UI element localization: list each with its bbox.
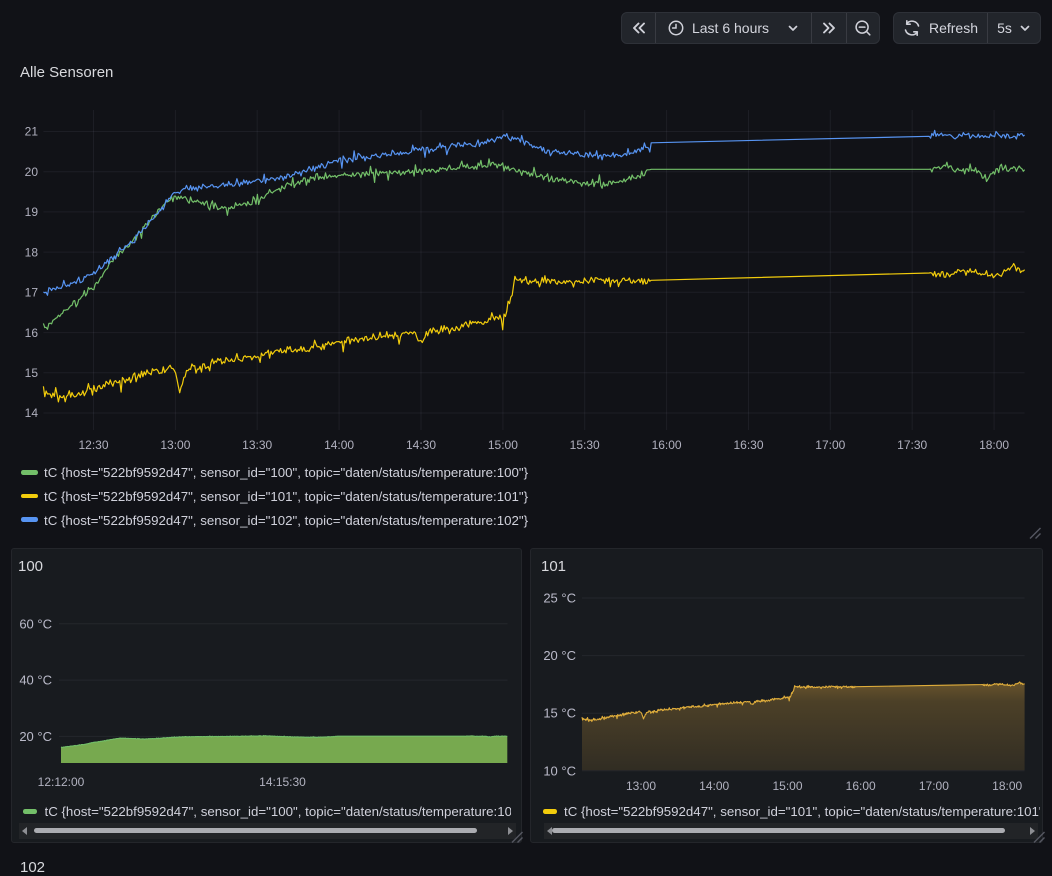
svg-text:17: 17	[25, 286, 39, 300]
svg-text:25 °C: 25 °C	[543, 591, 576, 606]
svg-text:18:00: 18:00	[992, 779, 1022, 793]
svg-text:12:12:00: 12:12:00	[38, 775, 85, 789]
svg-text:16: 16	[25, 326, 39, 340]
svg-text:15:30: 15:30	[570, 438, 600, 452]
svg-text:15: 15	[25, 366, 39, 380]
svg-text:14:30: 14:30	[406, 438, 436, 452]
svg-text:16:30: 16:30	[733, 438, 763, 452]
svg-text:12:30: 12:30	[78, 438, 108, 452]
svg-text:14:15:30: 14:15:30	[259, 775, 306, 789]
svg-text:14: 14	[25, 406, 39, 420]
svg-text:10 °C: 10 °C	[543, 763, 576, 778]
svg-text:18: 18	[25, 245, 39, 259]
svg-text:14:00: 14:00	[324, 438, 354, 452]
svg-text:21: 21	[25, 125, 39, 139]
svg-text:60 °C: 60 °C	[19, 616, 52, 631]
svg-text:18:00: 18:00	[979, 438, 1009, 452]
svg-text:16:00: 16:00	[652, 438, 682, 452]
svg-text:20 °C: 20 °C	[19, 729, 52, 744]
svg-text:15:00: 15:00	[488, 438, 518, 452]
svg-text:13:30: 13:30	[242, 438, 272, 452]
svg-text:19: 19	[25, 205, 39, 219]
svg-text:20: 20	[25, 165, 39, 179]
svg-text:17:00: 17:00	[815, 438, 845, 452]
svg-text:16:00: 16:00	[846, 779, 876, 793]
svg-text:17:00: 17:00	[919, 779, 949, 793]
svg-text:15 °C: 15 °C	[543, 706, 576, 721]
svg-text:15:00: 15:00	[772, 779, 802, 793]
svg-text:13:00: 13:00	[626, 779, 656, 793]
svg-text:40 °C: 40 °C	[19, 673, 52, 688]
svg-text:20 °C: 20 °C	[543, 648, 576, 663]
svg-text:17:30: 17:30	[897, 438, 927, 452]
svg-text:14:00: 14:00	[699, 779, 729, 793]
svg-text:13:00: 13:00	[160, 438, 190, 452]
